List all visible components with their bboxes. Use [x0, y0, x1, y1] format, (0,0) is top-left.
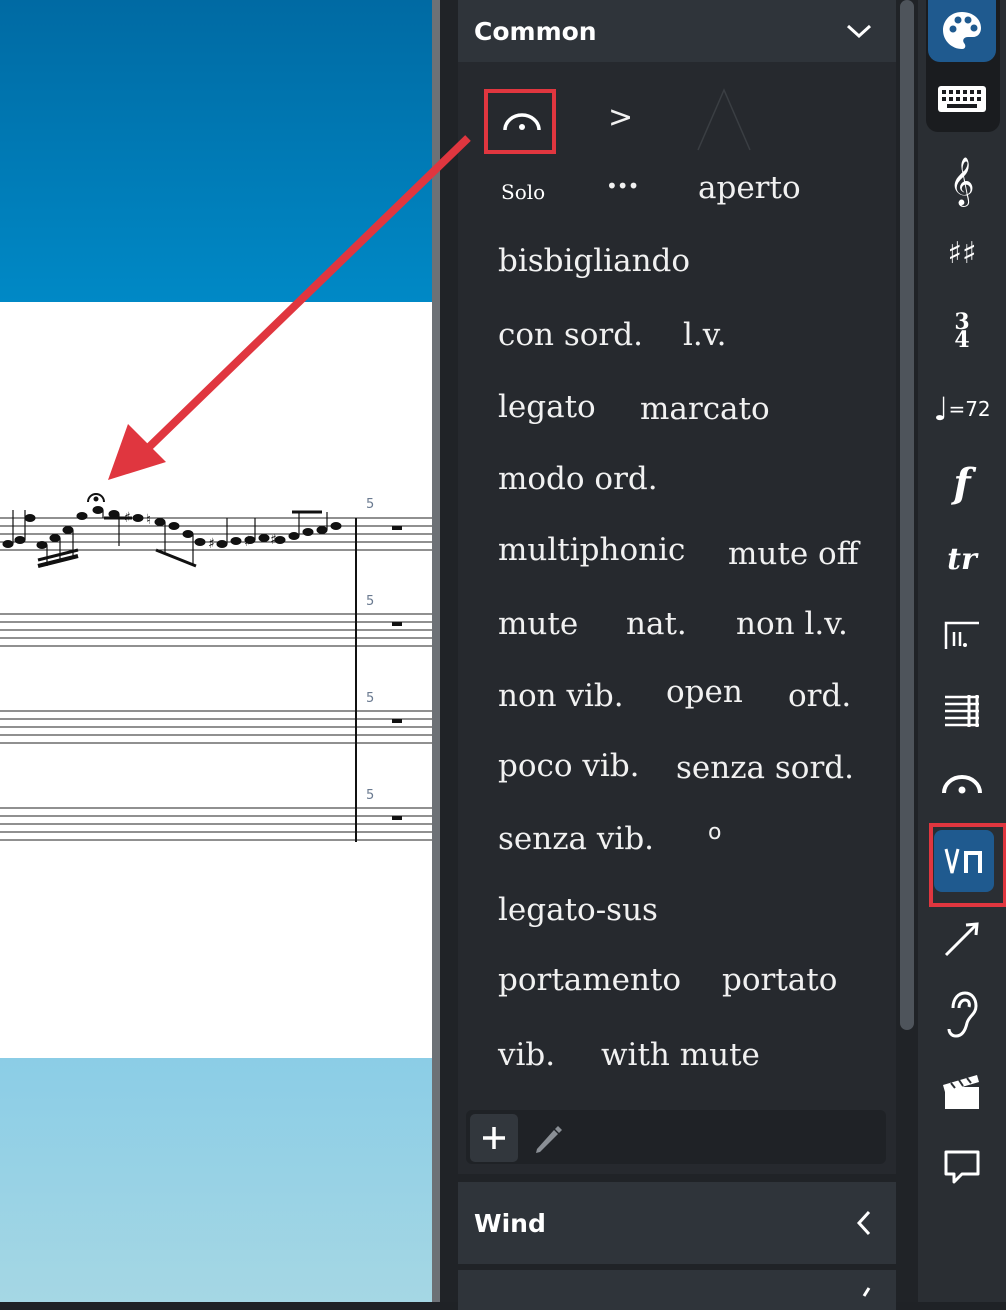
toolbar-comments[interactable]: [928, 1136, 996, 1198]
chevron-down-icon[interactable]: [846, 0, 872, 62]
technique-non-lv[interactable]: non l.v.: [736, 606, 848, 642]
svg-text:♯: ♯: [244, 534, 251, 550]
toolbar-dynamics[interactable]: f: [928, 452, 996, 514]
toolbar-video[interactable]: [928, 1060, 996, 1122]
technique-mute-off[interactable]: mute off: [728, 536, 859, 572]
repeat-ending-icon: [944, 621, 979, 649]
technique-bisbigliando[interactable]: bisbigliando: [498, 243, 690, 279]
toolbar-bars[interactable]: [928, 680, 996, 742]
score-notation: ♯ ♮ ♯ ♯ ♯ 5 5 5 5: [0, 493, 432, 842]
fermata-icon: [942, 775, 982, 794]
more-technique[interactable]: •••: [606, 174, 639, 198]
keyboard-icon: [938, 86, 986, 112]
arrow-line-icon: [944, 922, 979, 957]
forte-icon: f: [953, 459, 971, 507]
clapperboard-icon: [943, 1075, 979, 1109]
quarter-note-icon: ♩: [933, 390, 949, 428]
toolbar-keyboard[interactable]: [928, 68, 996, 130]
svg-text:♮: ♮: [146, 512, 151, 528]
add-technique-button[interactable]: [470, 1114, 518, 1162]
toolbar-ornaments[interactable]: tr: [928, 528, 996, 590]
palette-icon: [943, 12, 981, 49]
technique-lv[interactable]: l.v.: [683, 317, 726, 353]
technique-portamento[interactable]: portamento: [498, 962, 681, 998]
chevron-left-icon[interactable]: [856, 1182, 872, 1264]
technique-nat[interactable]: nat.: [626, 606, 687, 642]
tempo-value: =72: [948, 397, 991, 421]
technique-vib[interactable]: vib.: [498, 1037, 555, 1073]
svg-text:♯: ♯: [208, 536, 215, 552]
technique-legato[interactable]: legato: [498, 389, 596, 425]
toolbar-properties[interactable]: [928, 0, 996, 62]
score-view[interactable]: ♯ ♮ ♯ ♯ ♯ 5 5 5 5: [0, 0, 432, 1302]
trill-icon: tr: [947, 541, 977, 577]
technique-aperto[interactable]: aperto: [698, 170, 801, 206]
technique-multiphonic[interactable]: multiphonic: [498, 532, 685, 568]
bar-number: 5: [366, 788, 374, 803]
technique-senza-vib[interactable]: senza vib.: [498, 821, 654, 857]
bar-number: 5: [366, 691, 374, 706]
bar-number: 5: [366, 497, 374, 512]
bar-table-icon: [945, 695, 979, 727]
pencil-icon[interactable]: [532, 1122, 562, 1154]
technique-portato[interactable]: portato: [722, 962, 837, 998]
technique-senza-sord[interactable]: senza sord.: [676, 750, 854, 786]
bar-number: 5: [366, 594, 374, 609]
technique-con-sord[interactable]: con sord.: [498, 317, 643, 353]
svg-text:♯: ♯: [270, 532, 277, 548]
toolbar-time-signatures[interactable]: 3 4: [928, 300, 996, 362]
solo-label[interactable]: Solo: [501, 180, 545, 204]
toolbar-key-signatures[interactable]: ♯♯: [928, 222, 996, 284]
toolbar-playback[interactable]: [928, 984, 996, 1046]
speech-bubble-icon: [944, 1150, 980, 1184]
toolbar-clefs[interactable]: 𝄞: [928, 150, 996, 212]
technique-with-mute[interactable]: with mute: [601, 1037, 760, 1073]
technique-marcato[interactable]: marcato: [640, 391, 770, 427]
chevron-left-icon[interactable]: [856, 1270, 872, 1310]
technique-poco-vib[interactable]: poco vib.: [498, 748, 640, 784]
section-title-common: Common: [474, 16, 597, 46]
technique-ord[interactable]: ord.: [788, 678, 851, 714]
fermata-solo-icon[interactable]: [500, 104, 544, 138]
technique-non-vib[interactable]: non vib.: [498, 678, 624, 714]
technique-mute[interactable]: mute: [498, 606, 578, 642]
section-header-wind[interactable]: Wind: [458, 1182, 896, 1264]
plus-icon: [483, 1127, 505, 1149]
svg-text:♯: ♯: [124, 510, 131, 526]
technique-modo-ord[interactable]: modo ord.: [498, 461, 658, 497]
sharps-icon: ♯♯: [947, 235, 977, 271]
technique-legato-sus[interactable]: legato-sus: [498, 892, 658, 928]
section-header-common[interactable]: Common: [458, 0, 896, 62]
technique-open[interactable]: open: [666, 674, 743, 710]
treble-clef-icon: 𝄞: [949, 156, 975, 205]
accent-technique[interactable]: >: [608, 100, 633, 135]
section-footer: [466, 1110, 886, 1164]
open-triangle-icon[interactable]: [694, 88, 754, 152]
toolbar-selected-highlight: [929, 823, 1006, 907]
toolbar-repeat-endings[interactable]: [928, 604, 996, 666]
panel-splitter[interactable]: [432, 0, 440, 1302]
panel-scrollbar[interactable]: [900, 0, 914, 1030]
toolbar-tempo[interactable]: ♩ =72: [928, 378, 996, 440]
section-header-next[interactable]: [458, 1270, 896, 1310]
ear-icon: [947, 991, 978, 1038]
harmonic-technique[interactable]: o: [708, 820, 721, 845]
toolbar-holds-pauses[interactable]: [928, 752, 996, 814]
section-title-wind: Wind: [474, 1208, 546, 1238]
time-signature-bottom: 4: [954, 327, 970, 353]
toolbar-lines[interactable]: [928, 908, 996, 970]
